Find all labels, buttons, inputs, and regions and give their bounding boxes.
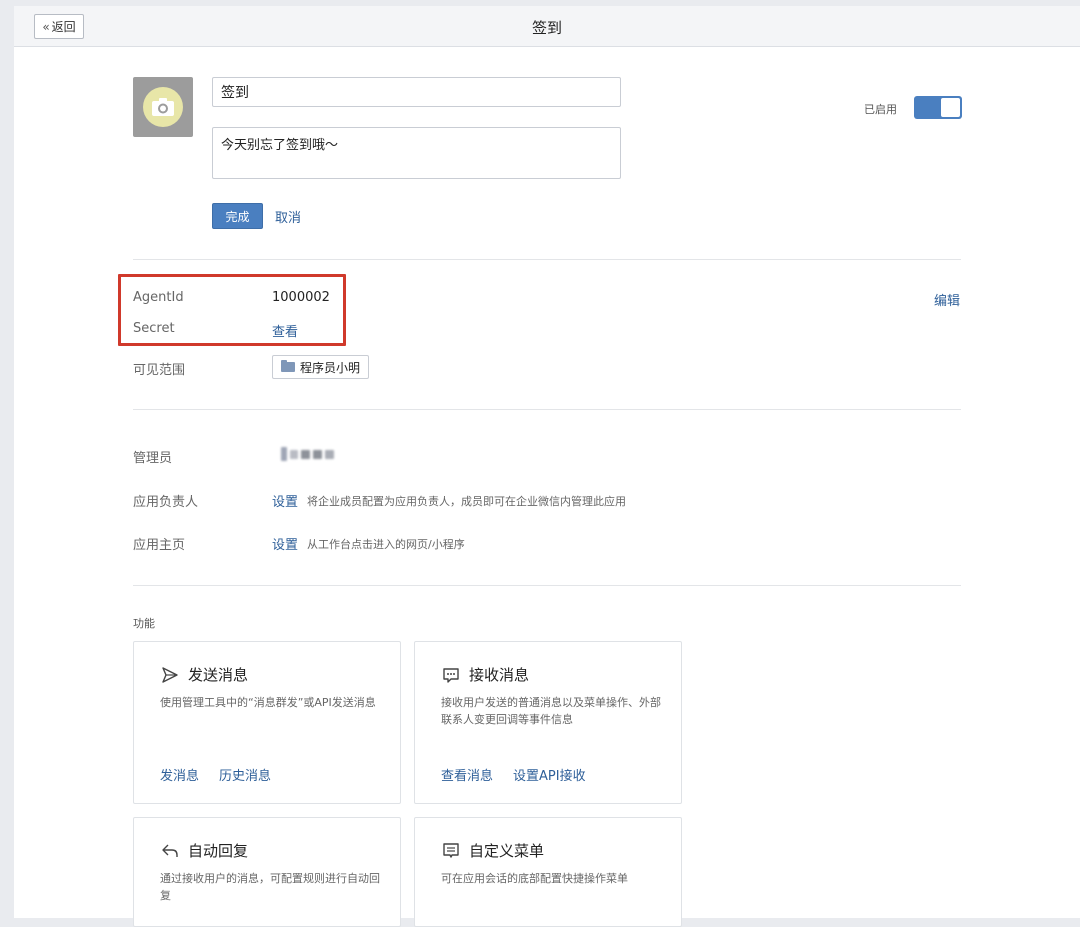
menu-icon xyxy=(441,841,461,861)
blurred-name-part xyxy=(313,449,322,459)
visible-scope-chip[interactable]: 程序员小明 xyxy=(272,355,370,379)
highlight-annotation xyxy=(118,274,346,346)
message-history-link[interactable]: 历史消息 xyxy=(219,765,271,784)
feature-card-custom-menu: 自定义菜单 可在应用会话的底部配置快捷操作菜单 xyxy=(414,817,682,927)
card-title: 接收消息 xyxy=(469,666,530,684)
features-section-title: 功能 xyxy=(133,617,155,630)
api-receive-settings-link[interactable]: 设置API接收 xyxy=(513,765,586,784)
page-title: 签到 xyxy=(531,19,562,37)
folder-icon xyxy=(281,360,295,372)
done-button[interactable]: 完成 xyxy=(212,203,263,229)
toggle-knob xyxy=(941,98,960,117)
card-title: 发送消息 xyxy=(188,666,249,684)
camera-icon xyxy=(143,87,183,127)
send-icon xyxy=(160,665,180,685)
app-owner-settings-link[interactable]: 设置 xyxy=(272,491,298,510)
send-message-link[interactable]: 发消息 xyxy=(160,765,199,784)
cancel-link[interactable]: 取消 xyxy=(275,207,301,226)
app-owner-label: 应用负责人 xyxy=(133,495,199,510)
blurred-name-part xyxy=(301,449,310,459)
admin-avatar[interactable] xyxy=(271,439,345,469)
app-name-input[interactable] xyxy=(212,77,621,107)
divider xyxy=(133,259,961,260)
edit-link[interactable]: 编辑 xyxy=(934,290,960,309)
feature-card-send-message: 发送消息 使用管理工具中的“消息群发”或API发送消息 发消息 历史消息 xyxy=(133,641,401,804)
reply-icon xyxy=(160,841,180,861)
card-title: 自动回复 xyxy=(188,842,249,860)
app-logo[interactable] xyxy=(133,77,193,137)
app-homepage-hint: 从工作台点击进入的网页/小程序 xyxy=(307,538,465,551)
divider xyxy=(133,409,961,410)
app-description-input[interactable]: 今天别忘了签到哦～ xyxy=(212,127,621,179)
card-title: 自定义菜单 xyxy=(469,842,545,860)
enable-toggle[interactable] xyxy=(914,96,962,119)
enabled-status-label: 已启用 xyxy=(864,103,897,116)
blurred-name-part xyxy=(281,447,287,461)
card-description: 可在应用会话的底部配置快捷操作菜单 xyxy=(441,872,628,885)
app-owner-hint: 将企业成员配置为应用负责人，成员即可在企业微信内管理此应用 xyxy=(307,495,626,508)
app-homepage-label: 应用主页 xyxy=(133,538,186,553)
divider xyxy=(133,585,961,586)
visible-scope-value: 程序员小明 xyxy=(300,360,361,375)
blurred-name-part xyxy=(325,449,334,459)
app-homepage-settings-link[interactable]: 设置 xyxy=(272,534,298,553)
admin-label: 管理员 xyxy=(133,451,173,466)
chat-icon xyxy=(441,665,461,685)
card-description: 接收用户发送的普通消息以及菜单操作、外部联系人变更回调等事件信息 xyxy=(441,696,661,726)
top-bar: « 返回 签到 xyxy=(14,6,1080,47)
view-messages-link[interactable]: 查看消息 xyxy=(441,765,493,784)
feature-card-auto-reply: 自动回复 通过接收用户的消息，可配置规则进行自动回复 xyxy=(133,817,401,927)
visible-scope-label: 可见范围 xyxy=(133,363,186,378)
blurred-name-part xyxy=(290,449,298,459)
feature-card-receive-message: 接收消息 接收用户发送的普通消息以及菜单操作、外部联系人变更回调等事件信息 查看… xyxy=(414,641,682,804)
card-description: 通过接收用户的消息，可配置规则进行自动回复 xyxy=(160,872,380,902)
card-description: 使用管理工具中的“消息群发”或API发送消息 xyxy=(160,696,376,709)
